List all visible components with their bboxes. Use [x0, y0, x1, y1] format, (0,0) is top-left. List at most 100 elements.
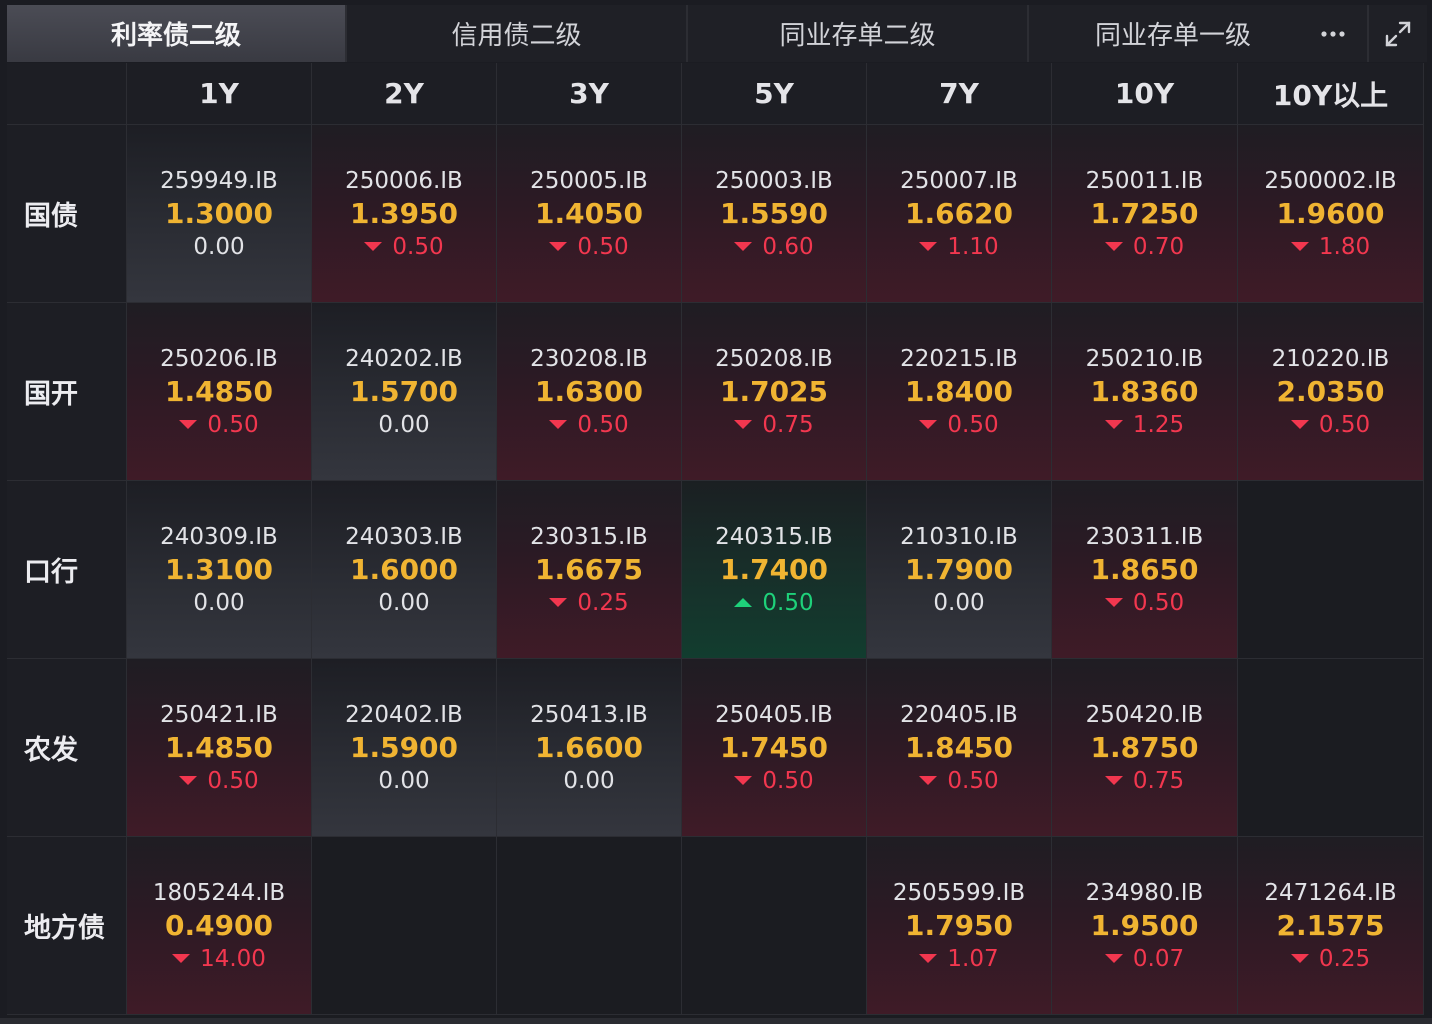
tab-credit-bond-secondary[interactable]: 信用债二级 — [347, 5, 688, 62]
bond-code: 250421.IB — [160, 701, 278, 728]
quote-cell[interactable]: 234980.IB 1.9500 0.07 — [1052, 837, 1238, 1015]
bond-yield: 1.5700 — [349, 374, 459, 408]
expand-icon[interactable] — [1367, 5, 1427, 62]
quote-cell[interactable]: 1805244.IB 0.4900 14.00 — [127, 837, 312, 1015]
yield-change: 0.00 — [378, 588, 429, 618]
quote-cell[interactable]: 240202.IB 1.5700 0.00 — [312, 303, 497, 481]
quote-cell[interactable]: 250420.IB 1.8750 0.75 — [1052, 659, 1238, 837]
yield-change-value: 0.07 — [1132, 945, 1185, 972]
bond-yield: 1.8650 — [1090, 552, 1199, 586]
tab-rate-bond-secondary[interactable]: 利率债二级 — [7, 5, 347, 62]
tab-label: 利率债二级 — [110, 21, 241, 51]
bond-yield: 1.8360 — [1090, 374, 1199, 408]
bond-code: 220402.IB — [345, 701, 463, 728]
quote-cell[interactable]: 250003.IB 1.5590 0.60 — [682, 125, 867, 303]
column-header[interactable]: 2Y — [312, 63, 497, 125]
yield-change-value: 0.75 — [762, 411, 814, 438]
yield-change-value: 0.00 — [378, 589, 430, 616]
bond-code: 240303.IB — [345, 523, 463, 550]
yield-change: 0.00 — [193, 588, 244, 618]
row-header: 口行 — [7, 481, 127, 659]
column-header[interactable]: 5Y — [682, 63, 867, 125]
bond-yield: 1.8400 — [904, 374, 1014, 408]
quote-cell[interactable]: 220402.IB 1.5900 0.00 — [312, 659, 497, 837]
yield-change: 0.50 — [919, 766, 999, 796]
quote-cell[interactable]: 250421.IB 1.4850 0.50 — [127, 659, 312, 837]
quote-cell[interactable]: 250210.IB 1.8360 1.25 — [1052, 303, 1238, 481]
yield-change-value: 0.50 — [762, 767, 814, 794]
column-header[interactable]: 7Y — [867, 63, 1052, 125]
quote-cell[interactable]: 230311.IB 1.8650 0.50 — [1052, 481, 1238, 659]
tab-label: 同业存单二级 — [779, 21, 936, 51]
yield-change-value: 1.80 — [1318, 233, 1371, 260]
tab-label: 同业存单一级 — [1094, 21, 1251, 51]
quote-cell-empty — [1238, 481, 1424, 659]
bond-quote-board: 利率债二级 信用债二级 同业存单二级 同业存单一级 1Y 2Y 3Y 5Y 7Y… — [0, 0, 1432, 1024]
tab-ncd-secondary[interactable]: 同业存单二级 — [688, 5, 1029, 62]
yield-change: 0.75 — [1104, 766, 1184, 796]
bond-code: 210310.IB — [900, 523, 1018, 550]
yield-change: 0.00 — [933, 588, 984, 618]
yield-change-value: 0.25 — [577, 589, 629, 616]
bond-code: 250011.IB — [1085, 167, 1204, 194]
bond-yield: 1.7400 — [719, 552, 829, 586]
yield-change-value: 14.00 — [200, 945, 266, 972]
yield-change-value: 0.50 — [947, 767, 999, 794]
down-arrow-icon — [734, 242, 753, 251]
yield-change-value: 0.00 — [378, 411, 430, 438]
quote-cell[interactable]: 250007.IB 1.6620 1.10 — [867, 125, 1052, 303]
column-header[interactable]: 1Y — [127, 63, 312, 125]
bond-code: 250208.IB — [715, 345, 833, 372]
quote-cell[interactable]: 250405.IB 1.7450 0.50 — [682, 659, 867, 837]
quote-cell[interactable]: 210220.IB 2.0350 0.50 — [1238, 303, 1424, 481]
yield-change-value: 0.00 — [933, 589, 985, 616]
quote-cell[interactable]: 230208.IB 1.6300 0.50 — [497, 303, 682, 481]
quote-cell[interactable]: 250011.IB 1.7250 0.70 — [1052, 125, 1238, 303]
bond-yield: 1.4850 — [164, 730, 274, 764]
row-header: 国债 — [7, 125, 127, 303]
quote-cell[interactable]: 259949.IB 1.3000 0.00 — [127, 125, 312, 303]
up-arrow-icon — [734, 598, 753, 607]
quote-cell[interactable]: 250006.IB 1.3950 0.50 — [312, 125, 497, 303]
quote-cell[interactable]: 240303.IB 1.6000 0.00 — [312, 481, 497, 659]
bond-code: 250405.IB — [715, 701, 833, 728]
yield-change-value: 0.50 — [577, 411, 629, 438]
bond-yield: 1.6000 — [349, 552, 459, 586]
quote-cell[interactable]: 210310.IB 1.7900 0.00 — [867, 481, 1052, 659]
yield-change-value: 1.07 — [947, 945, 999, 972]
bond-code: 2471264.IB — [1264, 879, 1397, 906]
more-icon[interactable] — [1303, 5, 1363, 62]
quote-cell[interactable]: 250206.IB 1.4850 0.50 — [127, 303, 312, 481]
bond-yield: 1.3100 — [164, 552, 274, 586]
yield-change-value: 0.50 — [947, 411, 999, 438]
quote-cell[interactable]: 220405.IB 1.8450 0.50 — [867, 659, 1052, 837]
quote-cell[interactable]: 250005.IB 1.4050 0.50 — [497, 125, 682, 303]
quote-cell[interactable]: 2505599.IB 1.7950 1.07 — [867, 837, 1052, 1015]
yield-change-value: 0.50 — [762, 589, 814, 616]
down-arrow-icon — [549, 242, 568, 251]
bond-yield: 1.3950 — [349, 196, 459, 230]
row-header: 国开 — [7, 303, 127, 481]
quote-cell[interactable]: 2471264.IB 2.1575 0.25 — [1238, 837, 1424, 1015]
quote-cell[interactable]: 2500002.IB 1.9600 1.80 — [1238, 125, 1424, 303]
down-arrow-icon — [549, 420, 568, 429]
yield-change-value: 0.00 — [193, 589, 245, 616]
bond-yield: 1.7025 — [719, 374, 829, 408]
column-header[interactable]: 10Y — [1052, 63, 1238, 125]
bond-yield: 0.4900 — [164, 908, 274, 942]
yield-change-value: 1.10 — [947, 233, 999, 260]
column-header[interactable]: 10Y以上 — [1238, 63, 1424, 125]
bond-code: 1805244.IB — [152, 879, 286, 906]
quote-grid: 1Y 2Y 3Y 5Y 7Y 10Y 10Y以上 国债 259949.IB 1.3000 0.00 2… — [7, 63, 1427, 1018]
quote-cell[interactable]: 230315.IB 1.6675 0.25 — [497, 481, 682, 659]
yield-change: 0.50 — [734, 588, 814, 618]
quote-cell[interactable]: 240309.IB 1.3100 0.00 — [127, 481, 312, 659]
quote-cell[interactable]: 220215.IB 1.8400 0.50 — [867, 303, 1052, 481]
quote-cell[interactable]: 250208.IB 1.7025 0.75 — [682, 303, 867, 481]
bond-yield: 2.1575 — [1276, 908, 1385, 942]
quote-cell[interactable]: 240315.IB 1.7400 0.50 — [682, 481, 867, 659]
bond-code: 2500002.IB — [1264, 167, 1397, 194]
bond-yield: 1.3000 — [164, 196, 274, 230]
quote-cell[interactable]: 250413.IB 1.6600 0.00 — [497, 659, 682, 837]
column-header[interactable]: 3Y — [497, 63, 682, 125]
